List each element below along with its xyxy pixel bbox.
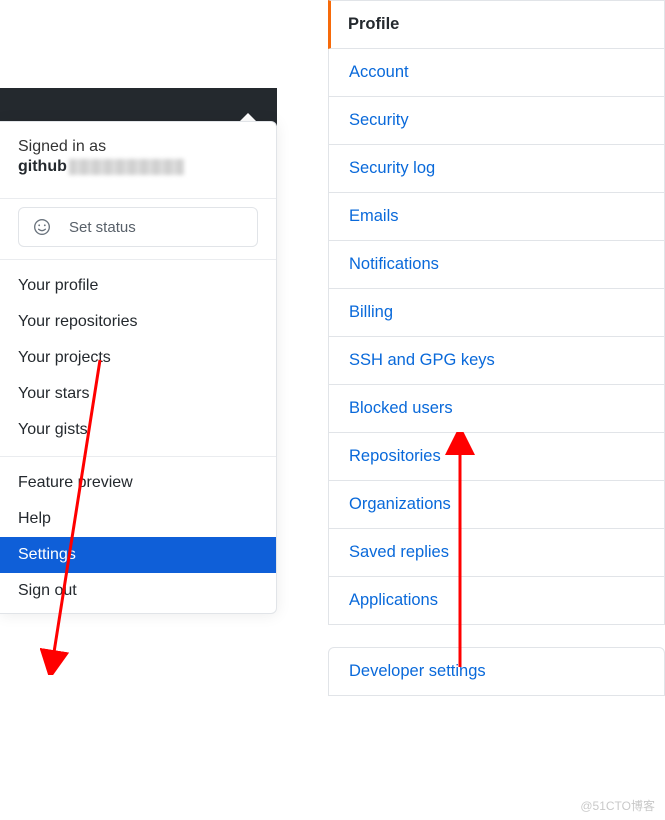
watermark: @51CTO博客	[580, 797, 655, 814]
settings-item[interactable]: Settings	[0, 537, 276, 573]
sidebar-item-developer-settings[interactable]: Developer settings	[328, 647, 665, 696]
sidebar-item-organizations[interactable]: Organizations	[328, 481, 665, 529]
sidebar-item-security-log[interactable]: Security log	[328, 145, 665, 193]
sidebar-item-emails[interactable]: Emails	[328, 193, 665, 241]
sidebar-item-billing[interactable]: Billing	[328, 289, 665, 337]
username-prefix: github	[18, 158, 67, 176]
set-status-label: Set status	[69, 219, 136, 236]
your-profile-item[interactable]: Your profile	[0, 268, 276, 304]
signed-in-block: Signed in as github	[0, 134, 276, 190]
set-status-button[interactable]: Set status	[18, 207, 258, 247]
divider	[0, 198, 276, 199]
sidebar-item-blocked-users[interactable]: Blocked users	[328, 385, 665, 433]
feature-preview-item[interactable]: Feature preview	[0, 465, 276, 501]
sidebar-gap	[328, 625, 665, 647]
sign-out-item[interactable]: Sign out	[0, 573, 276, 609]
sidebar-item-security[interactable]: Security	[328, 97, 665, 145]
signed-in-label: Signed in as	[18, 138, 258, 156]
user-dropdown: Signed in as github Set status Your prof…	[0, 121, 277, 614]
dropdown-caret	[240, 113, 256, 121]
sidebar-item-notifications[interactable]: Notifications	[328, 241, 665, 289]
sidebar-item-account[interactable]: Account	[328, 49, 665, 97]
sidebar-item-ssh-gpg-keys[interactable]: SSH and GPG keys	[328, 337, 665, 385]
settings-sidebar: Profile Account Security Security log Em…	[328, 0, 665, 696]
dropdown-group-2: Feature preview Help Settings Sign out	[0, 465, 276, 609]
sidebar-item-repositories[interactable]: Repositories	[328, 433, 665, 481]
your-gists-item[interactable]: Your gists	[0, 412, 276, 448]
your-repositories-item[interactable]: Your repositories	[0, 304, 276, 340]
divider	[0, 259, 276, 260]
sidebar-item-saved-replies[interactable]: Saved replies	[328, 529, 665, 577]
sidebar-item-applications[interactable]: Applications	[328, 577, 665, 625]
divider	[0, 456, 276, 457]
help-item[interactable]: Help	[0, 501, 276, 537]
sidebar-item-profile[interactable]: Profile	[328, 0, 665, 49]
username-redacted	[69, 159, 184, 175]
dropdown-group-1: Your profile Your repositories Your proj…	[0, 268, 276, 448]
your-projects-item[interactable]: Your projects	[0, 340, 276, 376]
smiley-icon	[33, 218, 51, 236]
your-stars-item[interactable]: Your stars	[0, 376, 276, 412]
